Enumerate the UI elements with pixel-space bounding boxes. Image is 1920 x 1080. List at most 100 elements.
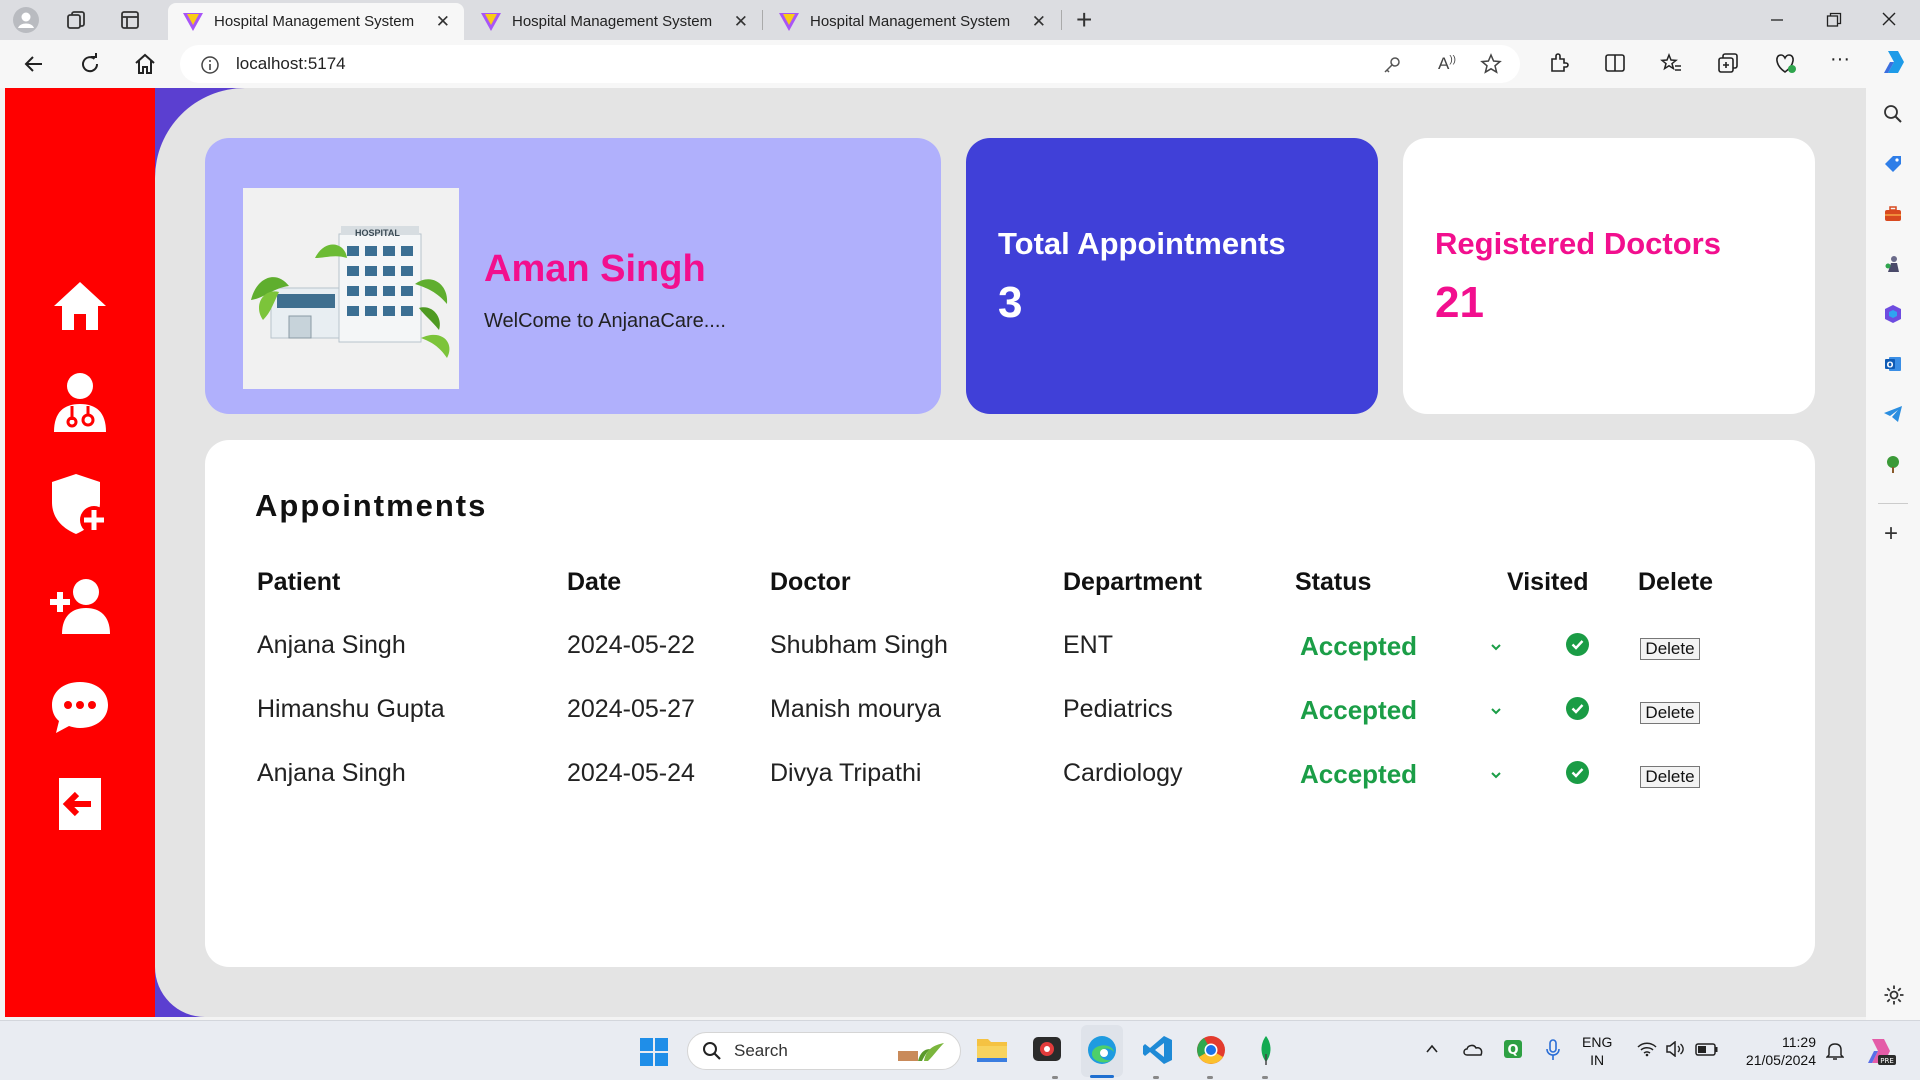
split-screen-icon[interactable]: [1604, 52, 1626, 74]
doctor-icon[interactable]: [50, 370, 110, 434]
patient-cell: Himanshu Gupta: [257, 695, 445, 723]
read-aloud-icon[interactable]: A)): [1438, 54, 1456, 74]
appointments-title: Appointments: [255, 488, 488, 523]
profile-icon[interactable]: [13, 7, 39, 33]
total-appointments-card: Total Appointments 3: [966, 138, 1378, 414]
browser-tab-1[interactable]: Hospital Management System ✕: [168, 3, 464, 40]
restore-icon[interactable]: [1826, 12, 1842, 28]
close-tab-icon[interactable]: ✕: [734, 12, 748, 32]
new-tab-button[interactable]: +: [1076, 4, 1092, 36]
telegram-icon[interactable]: [1883, 404, 1903, 424]
chevron-down-icon[interactable]: [1489, 704, 1503, 718]
windows-start-icon[interactable]: [639, 1037, 669, 1067]
key-icon[interactable]: [1382, 55, 1402, 75]
shopping-tag-icon[interactable]: [1883, 154, 1903, 174]
screen-recorder-icon[interactable]: [1031, 1034, 1063, 1064]
svg-text:Q: Q: [1507, 1043, 1518, 1058]
user-name: Aman Singh: [484, 248, 706, 290]
tree-icon[interactable]: [1883, 454, 1903, 474]
browser-essentials-icon[interactable]: [1773, 52, 1797, 74]
favorites-icon[interactable]: [1660, 52, 1682, 74]
home-browser-icon[interactable]: [133, 52, 157, 76]
status-select[interactable]: Accepted: [1300, 631, 1417, 662]
delete-button[interactable]: Delete: [1640, 766, 1700, 788]
shield-plus-icon[interactable]: [50, 472, 110, 536]
region-text: IN: [1590, 1052, 1605, 1068]
status-select[interactable]: Accepted: [1300, 695, 1417, 726]
tab-actions-icon[interactable]: [120, 10, 140, 30]
wifi-icon[interactable]: [1637, 1041, 1657, 1057]
outlook-icon[interactable]: O: [1883, 354, 1903, 374]
chevron-down-icon[interactable]: [1489, 640, 1503, 654]
minimize-icon[interactable]: [1770, 10, 1784, 30]
header-date: Date: [567, 568, 622, 596]
notification-bell-icon[interactable]: [1826, 1041, 1844, 1061]
clock[interactable]: 11:29 21/05/2024: [1736, 1033, 1816, 1069]
battery-icon[interactable]: [1695, 1041, 1719, 1057]
vscode-icon[interactable]: [1142, 1034, 1174, 1066]
search-label: Search: [734, 1041, 788, 1060]
microphone-icon[interactable]: [1545, 1039, 1561, 1061]
edge-browser-icon[interactable]: [1086, 1034, 1118, 1066]
tab-title: Hospital Management System: [512, 13, 713, 30]
visited-check-icon: [1566, 697, 1589, 720]
workspaces-icon[interactable]: [66, 10, 88, 30]
delete-button[interactable]: Delete: [1640, 702, 1700, 724]
back-icon[interactable]: [22, 52, 46, 76]
header-visited: Visited: [1507, 568, 1589, 596]
tools-briefcase-icon[interactable]: [1883, 204, 1903, 224]
add-user-icon[interactable]: [50, 576, 114, 636]
main-content: HOSPITAL Aman Singh WelCome to AnjanaCar…: [155, 88, 1866, 1017]
site-info-icon[interactable]: [200, 55, 220, 75]
visited-check-icon: [1566, 761, 1589, 784]
close-window-icon[interactable]: [1881, 11, 1897, 27]
add-rail-icon[interactable]: +: [1884, 520, 1898, 548]
browser-tab-2[interactable]: Hospital Management System ✕: [466, 3, 762, 40]
mongodb-icon[interactable]: [1250, 1034, 1282, 1066]
q-app-icon[interactable]: Q: [1503, 1039, 1523, 1059]
registered-doctors-value: 21: [1435, 278, 1484, 327]
department-cell: ENT: [1063, 631, 1113, 659]
extensions-icon[interactable]: [1548, 52, 1570, 74]
volume-icon[interactable]: [1665, 1041, 1685, 1057]
games-icon[interactable]: [1883, 254, 1903, 274]
logout-icon[interactable]: [57, 776, 103, 832]
home-icon[interactable]: [50, 278, 110, 334]
running-indicator: [1262, 1076, 1268, 1079]
total-appointments-label: Total Appointments: [998, 226, 1286, 261]
taskbar-search[interactable]: Search: [687, 1032, 961, 1070]
settings-gear-icon[interactable]: [1883, 984, 1905, 1006]
onedrive-icon[interactable]: [1462, 1041, 1484, 1057]
vite-logo-icon: [182, 12, 204, 32]
chevron-down-icon[interactable]: [1489, 768, 1503, 782]
favorite-star-icon[interactable]: [1480, 53, 1502, 75]
url-field[interactable]: localhost:5174 A)): [180, 45, 1520, 83]
chrome-icon[interactable]: [1195, 1034, 1227, 1066]
address-bar: localhost:5174 A)) ···: [0, 40, 1920, 88]
header-delete: Delete: [1638, 568, 1714, 596]
welcome-text: WelCome to AnjanaCare....: [484, 310, 726, 332]
copilot-icon[interactable]: [1880, 48, 1908, 76]
delete-button[interactable]: Delete: [1640, 638, 1700, 660]
doctor-cell: Shubham Singh: [770, 631, 948, 659]
microsoft-365-icon[interactable]: [1883, 304, 1903, 324]
chevron-up-icon[interactable]: [1424, 1041, 1440, 1057]
language-indicator[interactable]: ENG IN: [1582, 1033, 1612, 1069]
chat-icon[interactable]: [50, 678, 110, 736]
running-indicator: [1052, 1076, 1058, 1079]
browser-tab-3[interactable]: Hospital Management System ✕: [764, 3, 1060, 40]
status-select[interactable]: Accepted: [1300, 759, 1417, 790]
date-cell: 2024-05-24: [567, 759, 695, 787]
file-explorer-icon[interactable]: [976, 1034, 1008, 1064]
more-options-icon[interactable]: ···: [1830, 48, 1850, 71]
close-tab-icon[interactable]: ✕: [436, 12, 450, 32]
tab-title: Hospital Management System: [810, 13, 1011, 30]
copilot-preview-icon[interactable]: PRE: [1864, 1035, 1896, 1067]
app-sidebar: [5, 88, 155, 1017]
refresh-icon[interactable]: [78, 52, 102, 76]
header-status: Status: [1295, 568, 1372, 596]
time-text: 11:29: [1782, 1034, 1816, 1050]
close-tab-icon[interactable]: ✕: [1032, 12, 1046, 32]
search-icon[interactable]: [1883, 104, 1903, 124]
collections-icon[interactable]: [1717, 52, 1739, 74]
